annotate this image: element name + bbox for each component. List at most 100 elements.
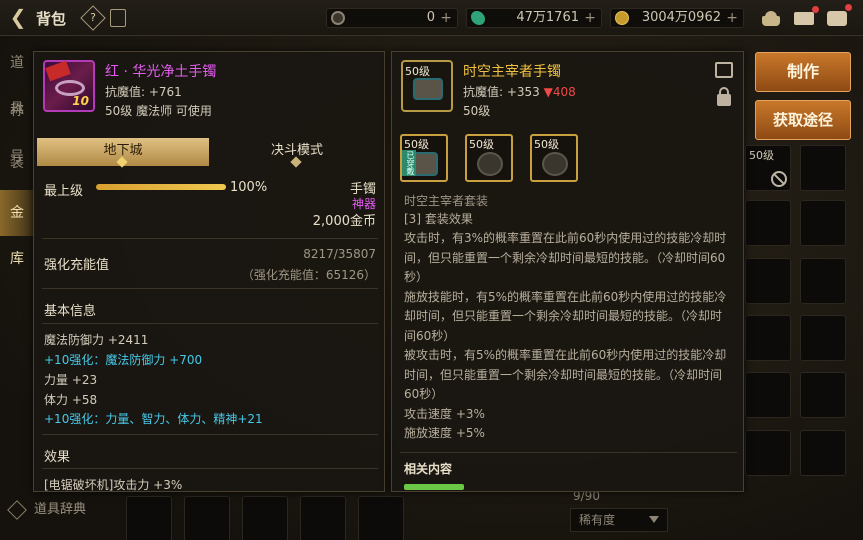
top-bar: ❮ 背包 ? 0 + 47万1761 + 3004万0962 + (0, 0, 863, 36)
tab-duel[interactable]: 决斗模式 (211, 138, 383, 168)
inventory-slot[interactable] (800, 145, 846, 191)
item-dictionary-label: 道具辞典 (34, 502, 87, 517)
set-effect-line: 秒） (404, 270, 429, 284)
item-name: 红 · 华光净土手镯 (105, 64, 217, 80)
equipped-badge: 已穿戴 (402, 150, 416, 176)
tab-titles[interactable]: 称号 (0, 88, 36, 165)
item-tooltip-equipped: 50级 时空主宰者手镯 抗魔值: +353 ▼408 50级 50级 已穿戴 5… (391, 51, 744, 492)
sort-select[interactable]: 稀有度 (570, 508, 668, 532)
bracelet-shape (413, 78, 443, 100)
treasure-bag-icon[interactable] (760, 8, 782, 28)
slot-level: 50级 (749, 149, 774, 162)
add-silver-button[interactable]: + (440, 9, 452, 27)
inventory-slot[interactable] (358, 496, 404, 540)
item-stat: 抗魔值: +761 (105, 85, 182, 99)
tab-vault[interactable]: 金库 (0, 190, 36, 267)
attribute-line: 体力 +58 (44, 393, 98, 407)
inventory-slot[interactable] (800, 372, 846, 418)
set-effect-title: [3] 套装效果 (404, 212, 473, 226)
currency-gold-value: 3004万0962 (641, 10, 721, 25)
level-progress-fill (96, 184, 226, 190)
inventory-slot[interactable]: 50级 (745, 145, 791, 191)
question-diamond-icon[interactable]: ? (80, 5, 106, 31)
related-content-tab[interactable] (404, 484, 464, 490)
divider (42, 468, 378, 469)
tab-outfits[interactable]: 装扮 (0, 140, 36, 217)
charge-value: 8217/35807 (303, 247, 376, 261)
set-effect-line: 施放速度 +5% (404, 426, 485, 440)
inventory-screen: ❮ 背包 ? 0 + 47万1761 + 3004万0962 + 道具 称号 装… (0, 0, 863, 540)
charge-label: 强化充能值 (44, 258, 110, 273)
set-effect-line: 间60秒） (404, 328, 456, 343)
item-name: 时空主宰者手镯 (463, 64, 561, 80)
level-percent: 100% (230, 180, 268, 195)
caret-down-icon (649, 516, 659, 523)
dictionary-icon (7, 499, 27, 520)
inventory-slot[interactable] (184, 496, 230, 540)
tab-items[interactable]: 道具 (0, 40, 36, 117)
lock-icon[interactable] (717, 87, 731, 106)
item-tooltip-selected: 10 红 · 华光净土手镯 抗魔值: +761 50级 魔法师 可使用 地下城 … (33, 51, 385, 492)
make-button[interactable]: 制作 (755, 52, 851, 92)
gold-coin-icon (615, 11, 629, 25)
tab-dungeon-label: 地下城 (103, 143, 143, 158)
inventory-slot[interactable] (242, 496, 288, 540)
inventory-slot[interactable] (300, 496, 346, 540)
related-content-title: 相关内容 (404, 462, 453, 476)
acquire-path-button[interactable]: 获取途径 (755, 100, 851, 140)
set-piece[interactable]: 50级 (465, 134, 513, 182)
arrow-left-icon[interactable]: ❮ (6, 6, 30, 30)
necklace-icon (477, 152, 503, 176)
tab-duel-label: 决斗模式 (270, 143, 323, 158)
item-stat-value: 抗魔值: +353 (463, 85, 540, 99)
inventory-slot[interactable] (745, 200, 791, 246)
add-gold-button[interactable]: + (726, 9, 738, 27)
inventory-slot[interactable] (800, 430, 846, 476)
add-gem-button[interactable]: + (584, 9, 596, 27)
chat-icon[interactable] (826, 8, 848, 28)
share-icon[interactable] (715, 62, 733, 78)
inventory-slot[interactable] (126, 496, 172, 540)
attribute-line: 魔法防御力 +2411 (44, 333, 149, 347)
inventory-slot[interactable] (745, 430, 791, 476)
item-level: 50级 (463, 104, 491, 118)
set-piece[interactable]: 50级 (530, 134, 578, 182)
attribute-line-enhance: +10强化：力量、智力、体力、精神+21 (44, 412, 263, 426)
tab-marker (290, 156, 302, 168)
chat-notification-dot (845, 4, 852, 11)
attribute-line: 力量 +23 (44, 373, 98, 387)
level-progress-bar (96, 184, 226, 190)
set-name: 时空主宰者套装 (404, 194, 489, 208)
tab-dungeon[interactable]: 地下城 (37, 138, 209, 168)
divider (42, 238, 378, 239)
page-title: 背包 (36, 10, 67, 28)
item-dictionary-button[interactable]: 道具辞典 (7, 498, 87, 520)
currency-gold: 3004万0962 + (610, 8, 744, 28)
inventory-slot[interactable] (800, 258, 846, 304)
set-effect-line: 间，但只能重置一个剩余冷却时间最短的技能。（冷却时间60 (404, 250, 726, 265)
book-icon[interactable] (110, 9, 126, 27)
inventory-slot[interactable] (745, 258, 791, 304)
set-piece[interactable]: 50级 已穿戴 (400, 134, 448, 182)
inventory-slot[interactable] (800, 200, 846, 246)
mail-notification-dot (812, 6, 819, 13)
set-effect-line: 时间，但只能重置一个剩余冷却时间最短的技能。（冷却时间 (404, 367, 723, 382)
attribute-line-enhance: +10强化：魔法防御力 +700 (44, 353, 203, 367)
mode-tabs: 地下城 决斗模式 (37, 138, 383, 168)
tab-marker (116, 156, 128, 168)
set-piece-level: 50级 (534, 138, 559, 151)
set-effect-line: 攻击时，有3%的概率重置在此前60秒内使用过的技能冷却时 (404, 231, 727, 245)
divider (42, 323, 378, 324)
inventory-slot[interactable] (745, 315, 791, 361)
inventory-slot[interactable] (800, 315, 846, 361)
divider (42, 288, 378, 289)
item-level-tag: 50级 (405, 65, 430, 78)
inventory-slot[interactable] (745, 372, 791, 418)
help-glyph: ? (90, 11, 96, 24)
divider (42, 434, 378, 435)
bracelet-icon: 10 (43, 60, 95, 112)
sort-select-label: 稀有度 (579, 513, 616, 527)
currency-silver-value: 0 (426, 10, 435, 25)
set-effect-line: 60秒） (404, 387, 444, 401)
set-piece-level: 50级 (469, 138, 494, 151)
